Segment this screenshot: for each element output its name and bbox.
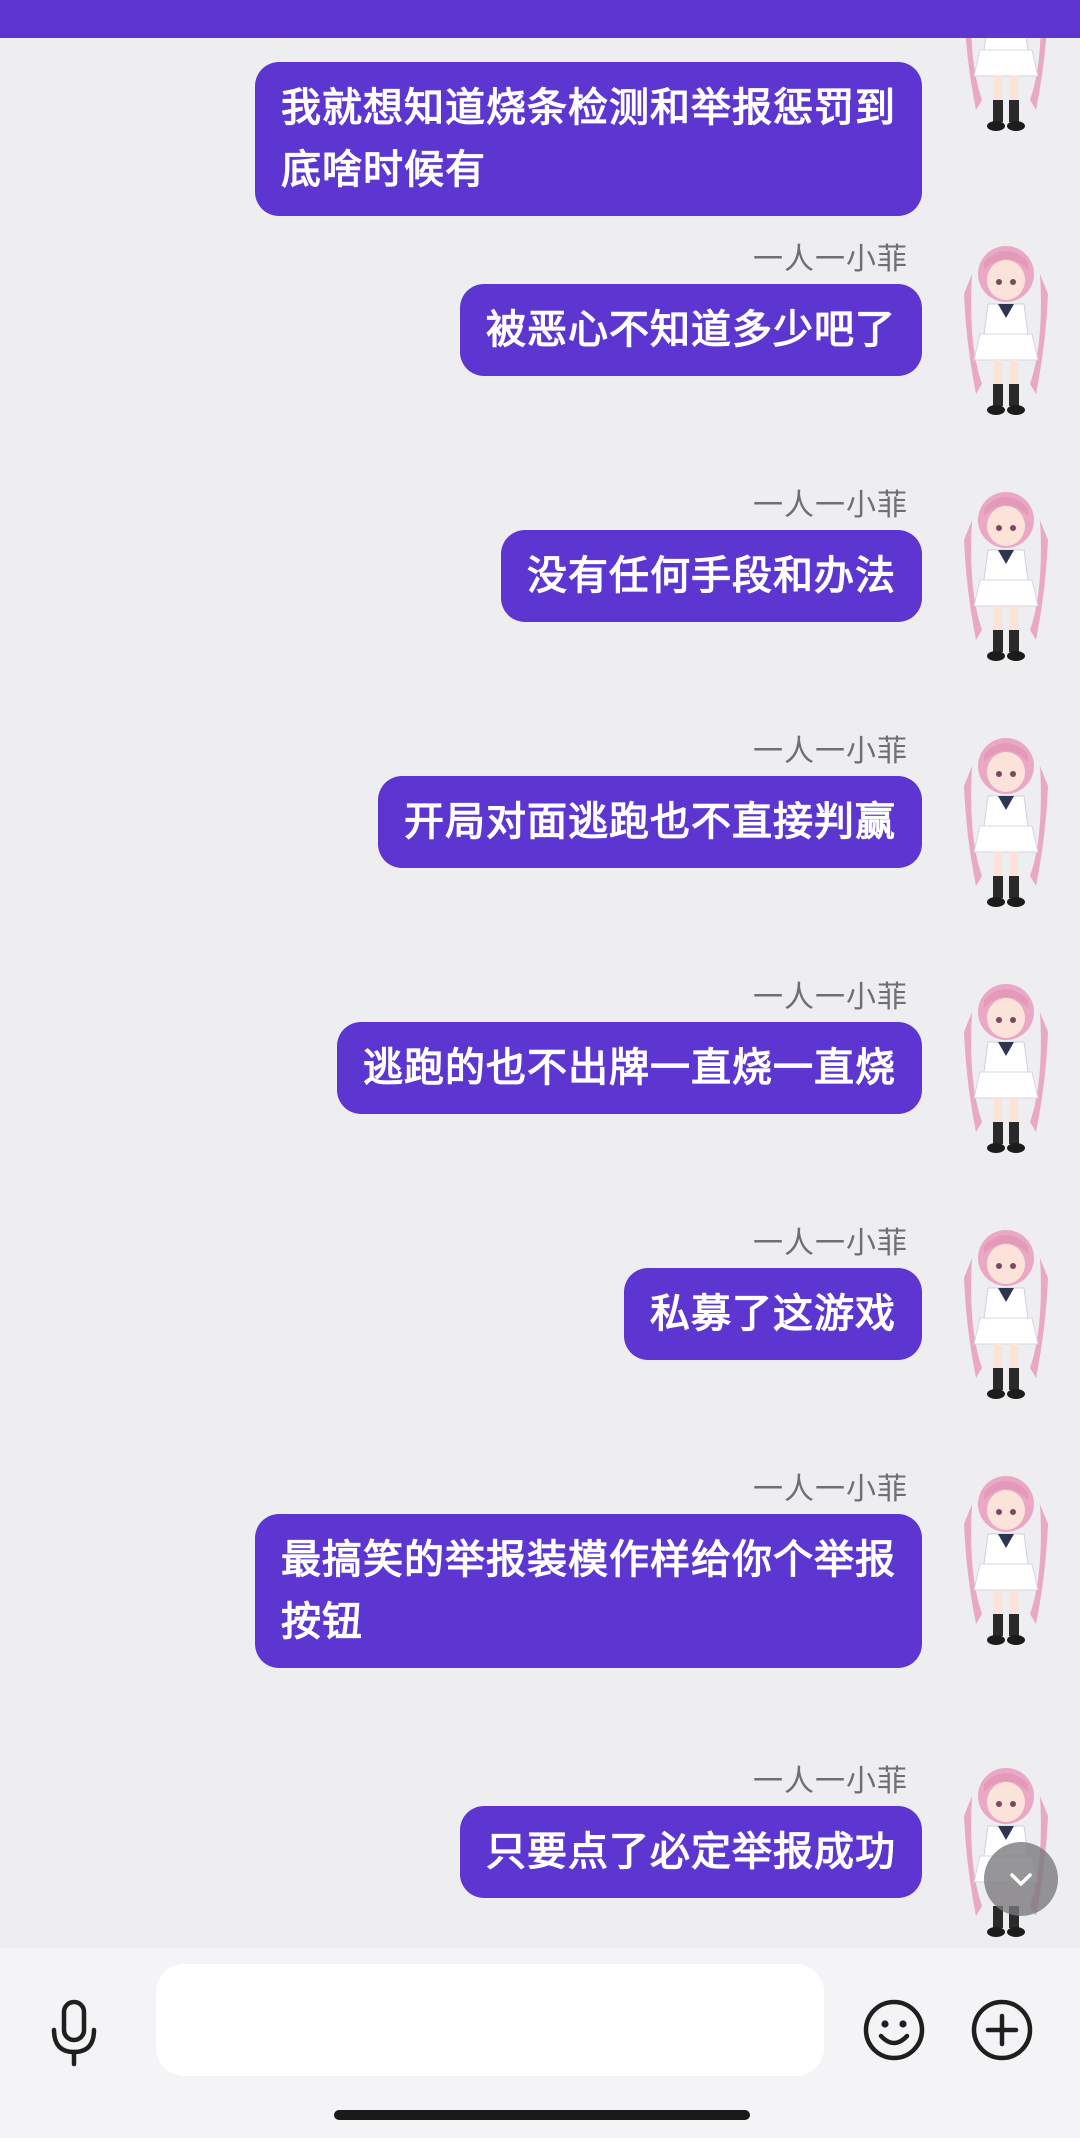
- sender-name: 一人一小菲: [753, 242, 908, 277]
- avatar[interactable]: [958, 480, 1054, 676]
- message-bubble[interactable]: 开局对面逃跑也不直接判赢: [378, 776, 922, 868]
- sender-name: 一人一小菲: [753, 1764, 908, 1799]
- home-indicator[interactable]: [334, 2110, 750, 2120]
- message-text-line: 开局对面逃跑也不直接判赢: [404, 799, 896, 845]
- message-text-line: 没有任何手段和办法: [527, 553, 896, 599]
- message-bubble[interactable]: 没有任何手段和办法: [501, 530, 922, 622]
- message-text-line: 逃跑的也不出牌一直烧一直烧: [363, 1045, 896, 1091]
- microphone-icon[interactable]: [44, 1998, 104, 2070]
- sender-name: 一人一小菲: [753, 1472, 908, 1507]
- message-input[interactable]: [156, 1964, 824, 2076]
- sender-name: 一人一小菲: [753, 734, 908, 769]
- top-bar: [0, 0, 1080, 38]
- message-bubble[interactable]: 最搞笑的举报装模作样给你个举报 按钮: [255, 1514, 922, 1668]
- sender-name: 一人一小菲: [753, 1226, 908, 1261]
- chevron-down-icon: [1010, 1873, 1032, 1886]
- message-text-line: 按钮: [281, 1599, 363, 1645]
- avatar[interactable]: [958, 1464, 1054, 1660]
- message-text-line: 被恶心不知道多少吧了: [486, 307, 896, 353]
- avatar[interactable]: [958, 972, 1054, 1168]
- sender-name: 一人一小菲: [753, 488, 908, 523]
- message-bubble[interactable]: 我就想知道烧条检测和举报惩罚到 底啥时候有: [255, 62, 922, 216]
- message-text-line: 我就想知道烧条检测和举报惩罚到: [281, 85, 896, 131]
- avatar[interactable]: [958, 38, 1054, 146]
- scroll-to-bottom-button[interactable]: [984, 1842, 1058, 1916]
- smiley-face-icon[interactable]: [862, 1998, 926, 2062]
- sender-name: 一人一小菲: [753, 980, 908, 1015]
- composer-bar: [0, 1948, 1080, 2138]
- avatar[interactable]: [958, 726, 1054, 922]
- message-text-line: 最搞笑的举报装模作样给你个举报: [281, 1537, 896, 1583]
- message-text-line: 只要点了必定举报成功: [486, 1829, 896, 1875]
- message-bubble[interactable]: 只要点了必定举报成功: [460, 1806, 922, 1898]
- avatar[interactable]: [958, 234, 1054, 430]
- message-bubble[interactable]: 私募了这游戏: [624, 1268, 922, 1360]
- avatar[interactable]: [958, 1218, 1054, 1414]
- message-bubble[interactable]: 逃跑的也不出牌一直烧一直烧: [337, 1022, 922, 1114]
- chat-message-list[interactable]: 我就想知道烧条检测和举报惩罚到 底啥时候有 一人一小菲 被恶心不知道多少吧了 一…: [0, 38, 1080, 1948]
- message-bubble[interactable]: 被恶心不知道多少吧了: [460, 284, 922, 376]
- message-text-line: 私募了这游戏: [650, 1291, 896, 1337]
- plus-circle-icon[interactable]: [970, 1998, 1034, 2062]
- message-text-line: 底啥时候有: [281, 147, 486, 193]
